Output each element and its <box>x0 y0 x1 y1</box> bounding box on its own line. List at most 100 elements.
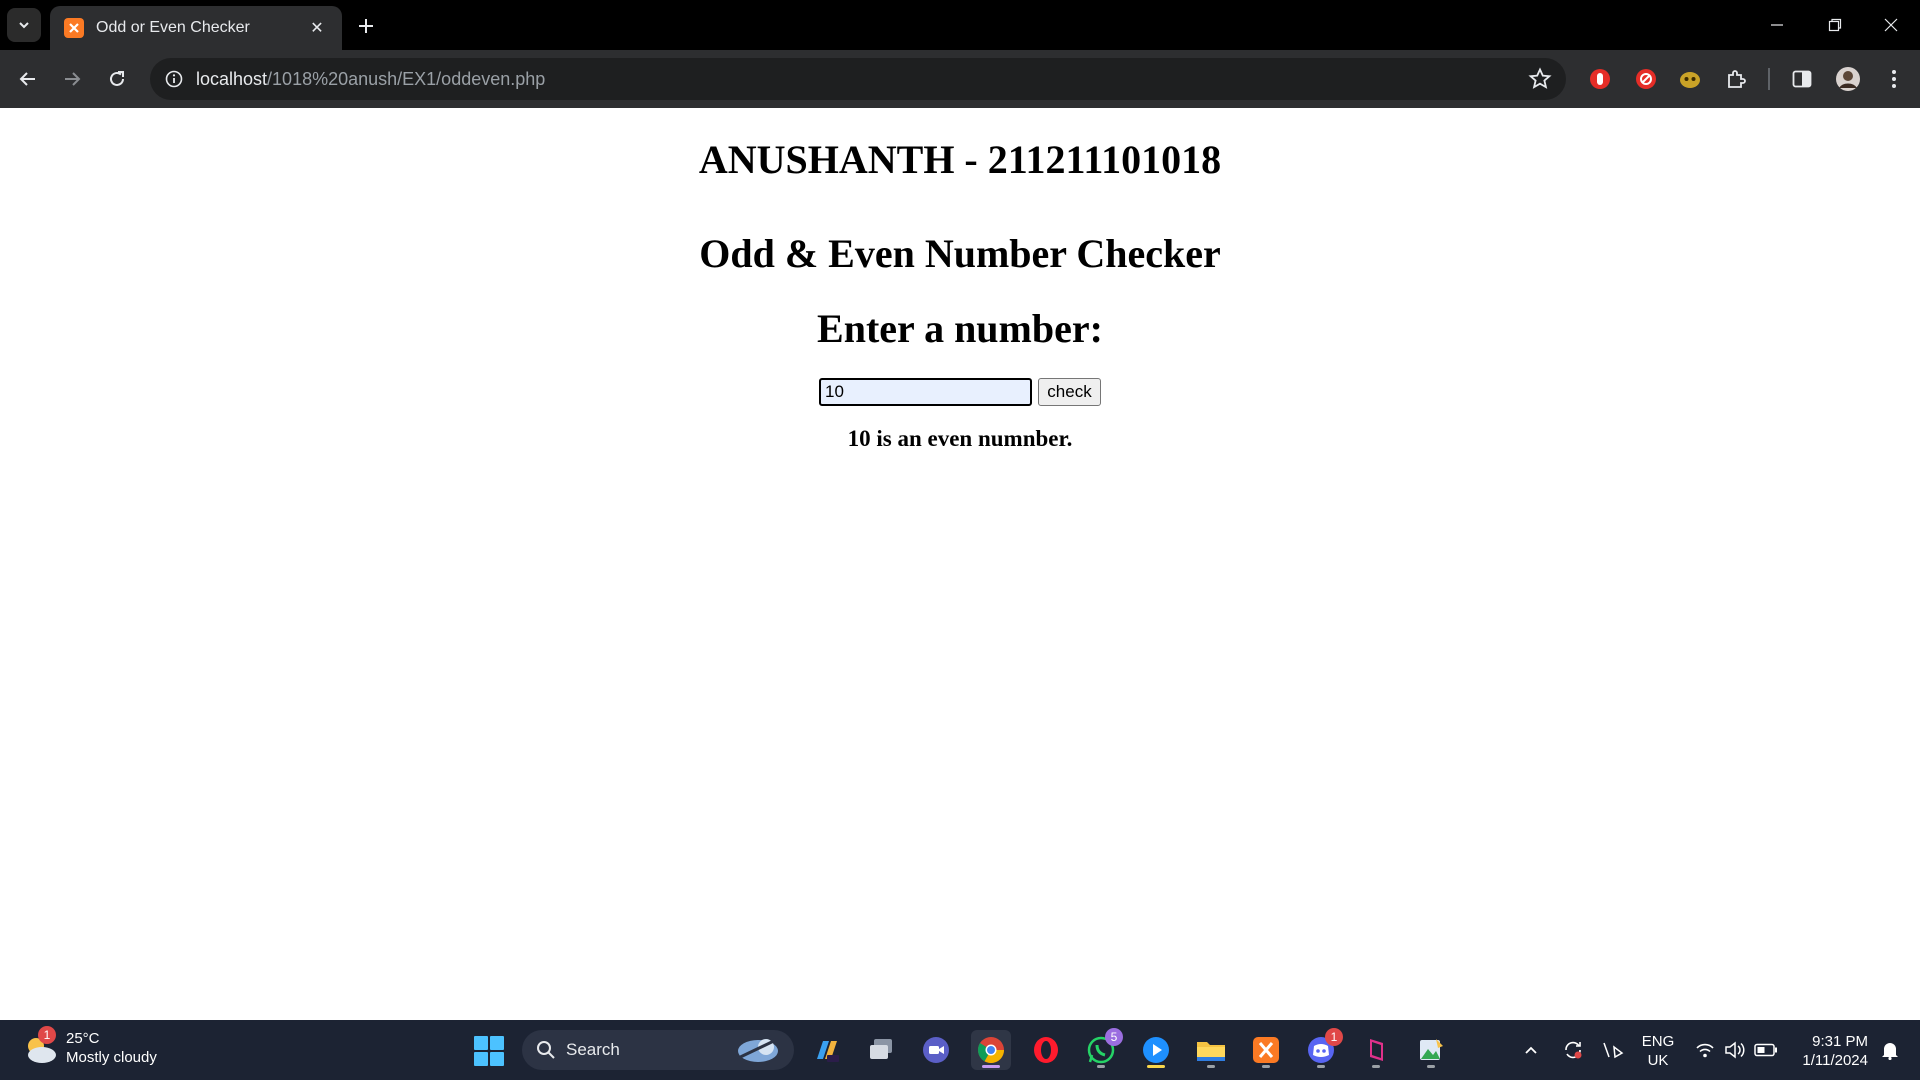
tray-overflow-button[interactable] <box>1514 1020 1548 1080</box>
start-button[interactable] <box>474 1036 504 1066</box>
language-primary: ENG <box>1641 1033 1675 1050</box>
reload-button[interactable] <box>101 63 133 95</box>
name-heading: ANUSHANTH - 211211101018 <box>698 137 1222 182</box>
wifi-icon[interactable] <box>1690 1020 1720 1080</box>
arrow-left-icon <box>19 72 35 86</box>
running-indicator <box>1262 1065 1270 1068</box>
extension-hand-icon[interactable] <box>1586 65 1614 93</box>
editor-icon <box>1370 1039 1383 1061</box>
copilot-icon <box>817 1041 839 1062</box>
taskbar-app-opera[interactable] <box>1026 1030 1066 1070</box>
taskbar-app-editor[interactable] <box>1356 1030 1396 1070</box>
clock-time: 9:31 PM <box>1812 1033 1868 1050</box>
result-text: 10 is an even numnber. <box>847 426 1073 451</box>
extensions-puzzle-icon[interactable] <box>1722 65 1750 93</box>
side-panel-icon[interactable] <box>1788 65 1816 93</box>
whatsapp-badge: 5 <box>1105 1028 1123 1046</box>
battery-icon[interactable] <box>1750 1020 1782 1080</box>
taskbar-app-xampp[interactable] <box>1246 1030 1286 1070</box>
active-tab[interactable]: Odd or Even Checker ✕ <box>50 6 342 50</box>
taskbar-app-chrome[interactable] <box>971 1030 1011 1070</box>
weather-badge: 1 <box>38 1026 56 1044</box>
page-content: ANUSHANTH - 211211101018 Odd & Even Numb… <box>0 108 1920 1020</box>
language-indicator[interactable]: ENG UK <box>1640 1032 1676 1070</box>
weather-widget[interactable]: 1 25°C Mostly cloudy <box>20 1026 157 1068</box>
notification-bell-icon[interactable] <box>1872 1020 1908 1080</box>
restore-button[interactable] <box>1806 0 1864 50</box>
video-call-icon <box>923 1037 949 1063</box>
profile-avatar[interactable] <box>1834 65 1862 93</box>
minimize-icon <box>1771 24 1783 26</box>
discord-badge: 1 <box>1325 1028 1343 1046</box>
taskbar-app-media-player[interactable] <box>1136 1030 1176 1070</box>
site-info-icon[interactable] <box>154 59 194 99</box>
bookmark-star-icon[interactable] <box>1528 67 1552 91</box>
extension-monkey-icon[interactable] <box>1676 65 1704 93</box>
running-indicator <box>1207 1065 1215 1068</box>
url-path: /1018%20anush/EX1/oddeven.php <box>267 68 546 89</box>
new-tab-button[interactable] <box>352 12 380 40</box>
running-indicator <box>1427 1065 1435 1068</box>
url-text[interactable]: localhost/1018%20anush/EX1/oddeven.php <box>196 69 545 90</box>
running-indicator <box>1372 1065 1380 1068</box>
minimize-button[interactable] <box>1748 0 1806 50</box>
search-highlight-icon <box>731 1037 779 1063</box>
taskbar: 1 25°C Mostly cloudy Search 5 1 ENG UK 9… <box>0 1020 1920 1080</box>
reload-icon <box>110 71 124 86</box>
extension-adblock-icon[interactable] <box>1632 65 1660 93</box>
tab-search-button[interactable] <box>7 8 41 42</box>
tray-pen-icon[interactable] <box>1596 1020 1630 1080</box>
tab-close-icon[interactable]: ✕ <box>306 18 328 38</box>
number-form: check <box>0 378 1920 406</box>
opera-icon <box>1034 1037 1058 1063</box>
windows-logo-icon <box>474 1036 488 1050</box>
taskbar-app-meet[interactable] <box>916 1030 956 1070</box>
prompt-heading: Enter a number: <box>817 306 1103 351</box>
taskbar-app-image-viewer[interactable] <box>1411 1030 1451 1070</box>
forward-button[interactable] <box>56 63 88 95</box>
check-button[interactable]: check <box>1038 378 1101 406</box>
address-bar[interactable]: localhost/1018%20anush/EX1/oddeven.php <box>150 58 1566 100</box>
search-icon <box>537 1041 555 1059</box>
folder-icon <box>1197 1042 1225 1061</box>
task-view-icon <box>870 1039 892 1059</box>
xampp-favicon-icon <box>64 18 84 38</box>
running-indicator <box>982 1065 1000 1068</box>
taskbar-app-copilot[interactable] <box>806 1030 846 1070</box>
system-clock[interactable]: 9:31 PM 1/11/2024 <box>1790 1032 1868 1070</box>
volume-icon[interactable] <box>1720 1020 1750 1080</box>
running-indicator <box>1317 1065 1325 1068</box>
taskbar-app-whatsapp[interactable]: 5 <box>1081 1028 1123 1070</box>
number-input[interactable] <box>819 378 1032 406</box>
taskbar-app-task-view[interactable] <box>861 1030 901 1070</box>
restore-icon <box>1828 18 1842 32</box>
menu-kebab-icon[interactable] <box>1880 65 1908 93</box>
chevron-down-icon <box>19 22 29 29</box>
taskbar-search[interactable]: Search <box>522 1030 794 1070</box>
weather-condition: Mostly cloudy <box>66 1049 157 1066</box>
taskbar-app-file-explorer[interactable] <box>1191 1030 1231 1070</box>
play-icon <box>1143 1037 1169 1063</box>
back-button[interactable] <box>12 63 44 95</box>
search-label: Search <box>566 1040 620 1059</box>
close-window-button[interactable] <box>1862 0 1920 50</box>
language-secondary: UK <box>1647 1052 1669 1069</box>
tab-title: Odd or Even Checker <box>96 19 250 36</box>
temperature: 25°C <box>66 1030 100 1047</box>
url-host: localhost <box>196 68 268 89</box>
page-title: Odd & Even Number Checker <box>699 231 1221 276</box>
clock-date: 1/11/2024 <box>1802 1052 1868 1069</box>
chrome-icon <box>977 1037 1005 1064</box>
toolbar-separator <box>1768 68 1770 90</box>
arrow-right-icon <box>65 72 81 86</box>
taskbar-app-discord[interactable]: 1 <box>1301 1028 1343 1070</box>
xampp-icon <box>1253 1037 1279 1063</box>
running-indicator <box>1147 1065 1165 1068</box>
tray-sync-icon[interactable] <box>1556 1020 1590 1080</box>
cloud-icon: 1 <box>20 1026 60 1068</box>
chevron-up-icon <box>1525 1046 1537 1054</box>
image-icon <box>1420 1039 1443 1060</box>
plus-icon <box>359 19 373 33</box>
close-icon <box>1884 18 1898 32</box>
tab-strip: Odd or Even Checker ✕ <box>0 0 1920 50</box>
